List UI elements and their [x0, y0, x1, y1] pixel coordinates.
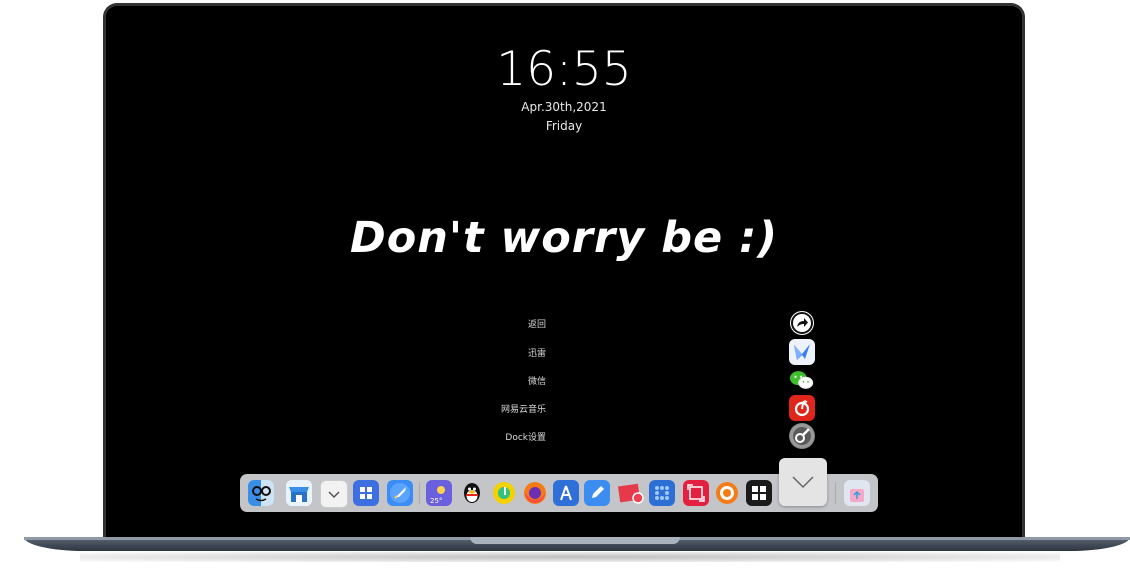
windows-terminal-icon[interactable]: [746, 480, 772, 506]
wechat-icon: [789, 367, 815, 393]
qq-music-icon[interactable]: [491, 480, 517, 506]
menu-item-label: 网易云音乐: [500, 404, 546, 415]
thunder-bird-icon: [789, 339, 815, 365]
laptop-hinge-notch: [470, 537, 680, 544]
dock-collapse-button[interactable]: [779, 458, 827, 506]
screenshot-icon[interactable]: [683, 480, 709, 506]
dock-settings-icon: [789, 423, 815, 449]
clock-date: Apr.30th,2021: [521, 100, 607, 114]
pen-note-icon[interactable]: [584, 480, 610, 506]
firefox-icon[interactable]: [522, 480, 548, 506]
dropdown-app-icon[interactable]: [320, 480, 348, 508]
menu-item-label: 微信: [527, 376, 546, 387]
menu-item-label: Dock设置: [505, 432, 546, 443]
laptop-shadow: [80, 552, 1060, 562]
netease-music-icon: [789, 395, 815, 421]
rocket-launch-icon[interactable]: [387, 480, 413, 506]
store-icon[interactable]: [286, 480, 312, 506]
app-store-icon[interactable]: [553, 480, 579, 506]
clock-weekday: Friday: [545, 119, 583, 133]
menu-item-label: 返回: [527, 319, 546, 330]
recycle-bin-icon[interactable]: [844, 480, 870, 506]
lockscreen-quote: Don't worry be :): [350, 213, 778, 263]
chevron-down-icon: [792, 476, 814, 489]
lockscreen-clock: 16:55 Apr.30th,2021 Friday: [106, 42, 1022, 136]
dock-separator: [419, 482, 420, 504]
clock-time: 16:55: [496, 42, 632, 97]
laptop-screen: 16:55 Apr.30th,2021 Friday Don't worry b…: [106, 6, 1022, 537]
grid-app-icon[interactable]: [649, 480, 675, 506]
dial-icon[interactable]: [714, 480, 740, 506]
weather-icon[interactable]: 25°: [426, 480, 452, 506]
menu-item-label: 迅雷: [527, 348, 546, 359]
share-arrow-icon: [790, 311, 814, 335]
photo-icon[interactable]: [617, 480, 645, 506]
qq-penguin-icon[interactable]: [459, 480, 485, 506]
finder-icon[interactable]: [248, 480, 274, 506]
weather-temp: 25°: [430, 497, 442, 505]
dock-separator: [835, 482, 836, 504]
windows-start-icon[interactable]: [353, 480, 379, 506]
